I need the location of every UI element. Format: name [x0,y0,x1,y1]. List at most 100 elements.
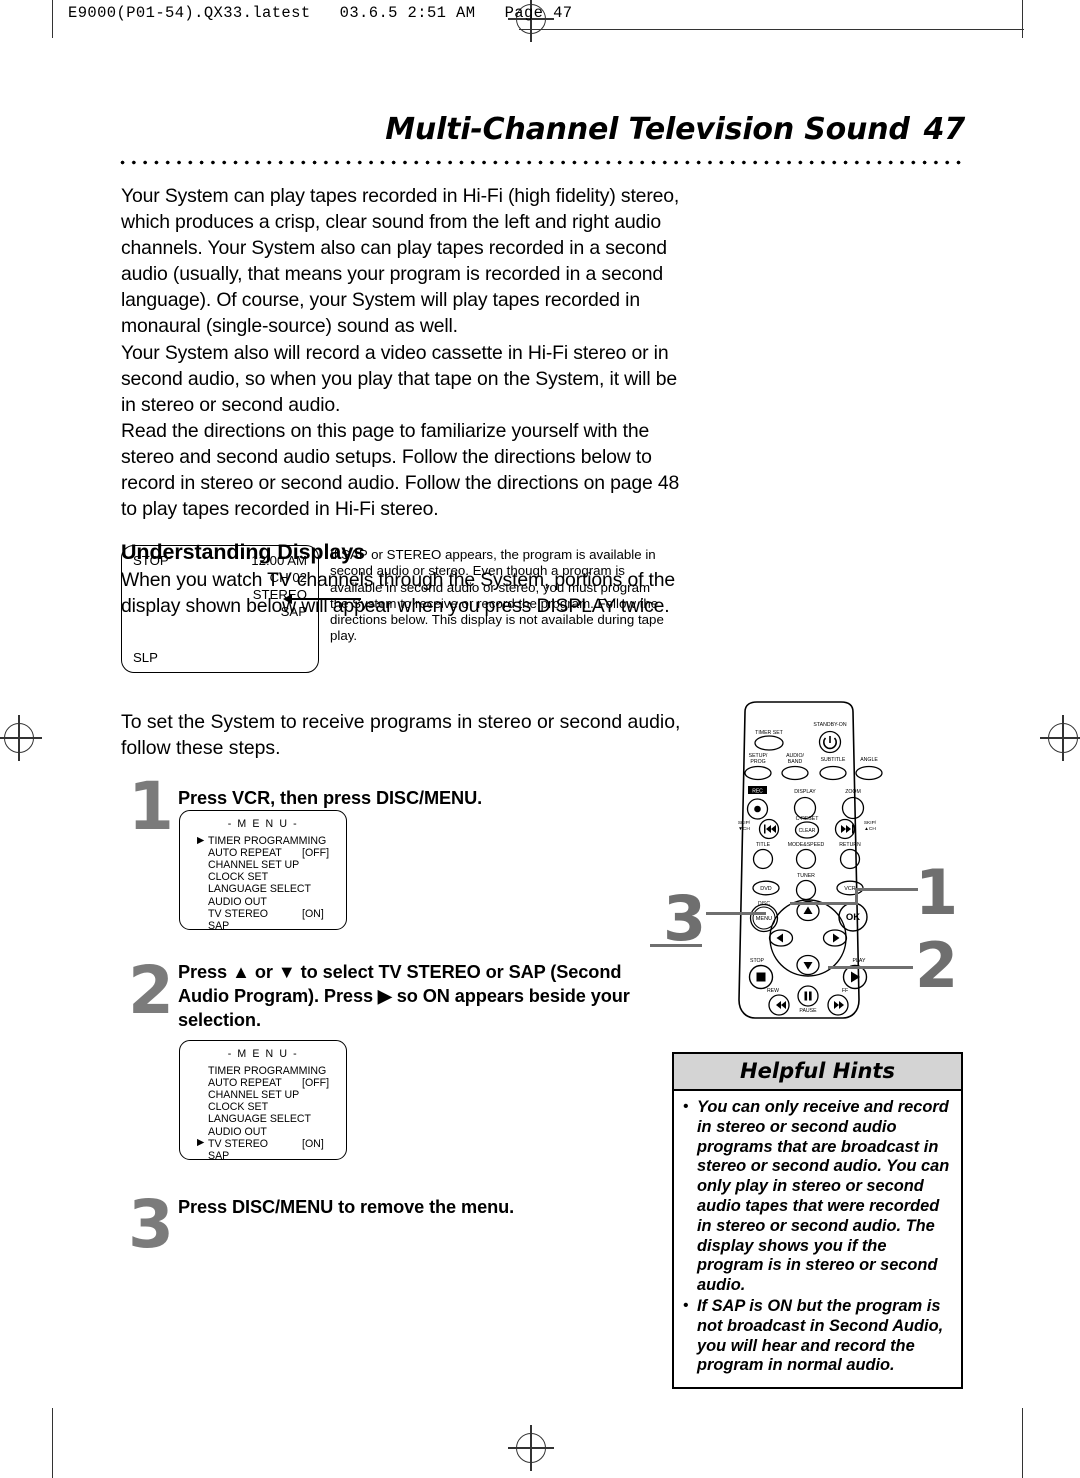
label-stop: STOP [750,958,765,964]
menu-item-label: TIMER PROGRAMMING [208,835,327,848]
lcd-slp-label: SLP [133,650,158,665]
menu-item[interactable]: AUTO REPEAT [OFF] [208,1077,346,1089]
label-skip-up2: ▲CH [864,826,876,832]
callout-3: 3 [663,882,707,955]
menu-item-label: AUDIO OUT [208,1125,267,1138]
lcd-sap-indicator: SAP [280,604,307,619]
helpful-hints-list: You can only receive and record in stere… [682,1097,951,1376]
menu-1-title: - M E N U - [227,818,299,830]
page-number: 47 [923,112,966,147]
lcd-time: 12:00 AM [251,553,307,568]
helpful-hints-box: Helpful Hints You can only receive and r… [672,1052,963,1390]
menu-item-label: LANGUAGE SELECT [208,1113,312,1126]
step-3-number: 3 [128,1186,174,1263]
menu-item-label: TV STEREO [208,907,269,920]
label-timer-set: TIMER SET [755,730,783,736]
menu-item[interactable]: TIMER PROGRAMMING [208,1065,346,1077]
menu-item[interactable]: SAP [208,920,346,932]
label-display: DISPLAY [794,789,816,795]
crop-line-tl-v [52,0,54,38]
label-zoom: ZOOM [845,789,861,795]
menu-item[interactable]: AUDIO OUT [208,1126,346,1138]
label-rew: REW [767,988,779,994]
menu-screen-2: - M E N U - TIMER PROGRAMMING AUTO REPEAT… [179,1040,347,1162]
label-skip-down2: ▼CH [738,826,750,832]
menu-item-value: [OFF] [302,847,330,860]
menu-item[interactable]: CHANNEL SET UP [208,1089,346,1101]
menu-item-label: AUDIO OUT [208,895,267,908]
menu-item[interactable]: LANGUAGE SELECT [208,883,346,895]
lcd-channel: CH 02 [269,570,307,585]
steps-intro: To set the System to receive programs in… [121,711,681,760]
crop-line-br-v [1022,1408,1024,1478]
label-tuner: TUNER [797,873,815,879]
dpad-down-arrow [803,962,813,970]
label-skip-up: SKIP/ [864,820,877,826]
label-angle: ANGLE [860,757,878,763]
label-setup-prog2: PROG [750,759,765,765]
menu-item-label: SAP [208,1149,230,1162]
step-3-text: Press DISC/MENU to remove the menu. [178,1197,515,1217]
label-audio-band2: BAND [788,759,803,765]
label-skip-down: SKIP/ [738,820,751,826]
menu-1-list: ▶ TIMER PROGRAMMING AUTO REPEAT [OFF] CHANNE… [180,835,346,932]
menu-item[interactable]: TV STEREO [ON] [208,908,346,920]
callout-2-line [828,966,913,969]
label-clear: CLEAR [799,828,816,834]
menu-item[interactable]: AUDIO OUT [208,896,346,908]
helpful-hint-item: You can only receive and record in stere… [682,1097,951,1296]
helpful-hint-item: If SAP is ON but the program is not broa… [682,1296,951,1376]
label-mode-speed: MODE&SPEED [788,842,825,848]
callout-1-line-h [855,888,918,891]
lcd-display-illustration: STOP SLP 12:00 AM CH 02 STEREO SAP [121,545,319,673]
dpad-right-arrow [833,933,840,943]
step-2-number: 2 [128,952,174,1029]
lcd-stop-label: STOP [133,553,169,568]
callout-1-line-h2 [790,902,858,905]
menu-item[interactable]: CHANNEL SET UP [208,859,346,871]
label-pause: PAUSE [799,1008,817,1014]
callout-1: 1 [915,856,959,929]
label-play: PLAY [853,958,866,964]
lcd-annotation-text: If SAP or STEREO appears, the program is… [330,547,664,644]
menu-item-label: CHANNEL SET UP [208,859,300,872]
registration-mark-right [1040,715,1080,761]
menu-item-value: [OFF] [302,1077,330,1090]
dpad-up-arrow [803,906,813,914]
callout-3-line [706,912,766,915]
menu-item[interactable]: ▶ TIMER PROGRAMMING [197,835,346,848]
step-1-number: 1 [128,768,174,845]
menu-item-label: CLOCK SET [208,871,269,884]
crop-line-bl-v [52,1408,54,1478]
menu-item[interactable]: AUTO REPEAT [OFF] [208,847,346,859]
dpad-left-arrow [776,933,783,943]
label-title: TITLE [756,842,771,848]
menu-item-value: [ON] [302,907,324,920]
menu-item-label: SAP [208,919,230,932]
header-rule [519,29,1024,31]
label-dvd: DVD [760,886,771,892]
paragraph-3: Read the directions on this page to fami… [121,419,680,521]
page-title: Multi-Channel Television Sound 47 [120,112,965,147]
label-menu: MENU [756,916,772,922]
menu-item[interactable]: CLOCK SET [208,871,346,883]
step-2-text: Press ▲ or ▼ to select TV STEREO or SAP … [178,962,630,1030]
menu-2-title: - M E N U - [227,1048,299,1060]
title-dotted-rule [120,160,965,165]
menu-screen-1: - M E N U - ▶ TIMER PROGRAMMING AUTO REPEA… [179,810,347,932]
menu-item-label: LANGUAGE SELECT [208,883,312,896]
menu-item[interactable]: CLOCK SET [208,1101,346,1113]
menu-item[interactable]: ▶ TV STEREO [ON] [197,1137,346,1150]
label-rec: REC [752,789,763,795]
menu-item-label: AUTO REPEAT [208,847,282,860]
step-1-text: Press VCR, then press DISC/MENU. [178,788,483,808]
callout-2-line-left [650,944,702,947]
label-standby-on: STANDBY-ON [813,722,846,728]
menu-item-value: [ON] [302,1137,324,1150]
label-return: RETURN [839,842,861,848]
paragraph-1: Your System can play tapes recorded in H… [121,185,680,338]
menu-item-label: TV STEREO [208,1137,269,1150]
menu-item-label: CLOCK SET [208,1101,269,1114]
menu-item[interactable]: LANGUAGE SELECT [208,1113,346,1125]
menu-item[interactable]: SAP [208,1150,346,1162]
